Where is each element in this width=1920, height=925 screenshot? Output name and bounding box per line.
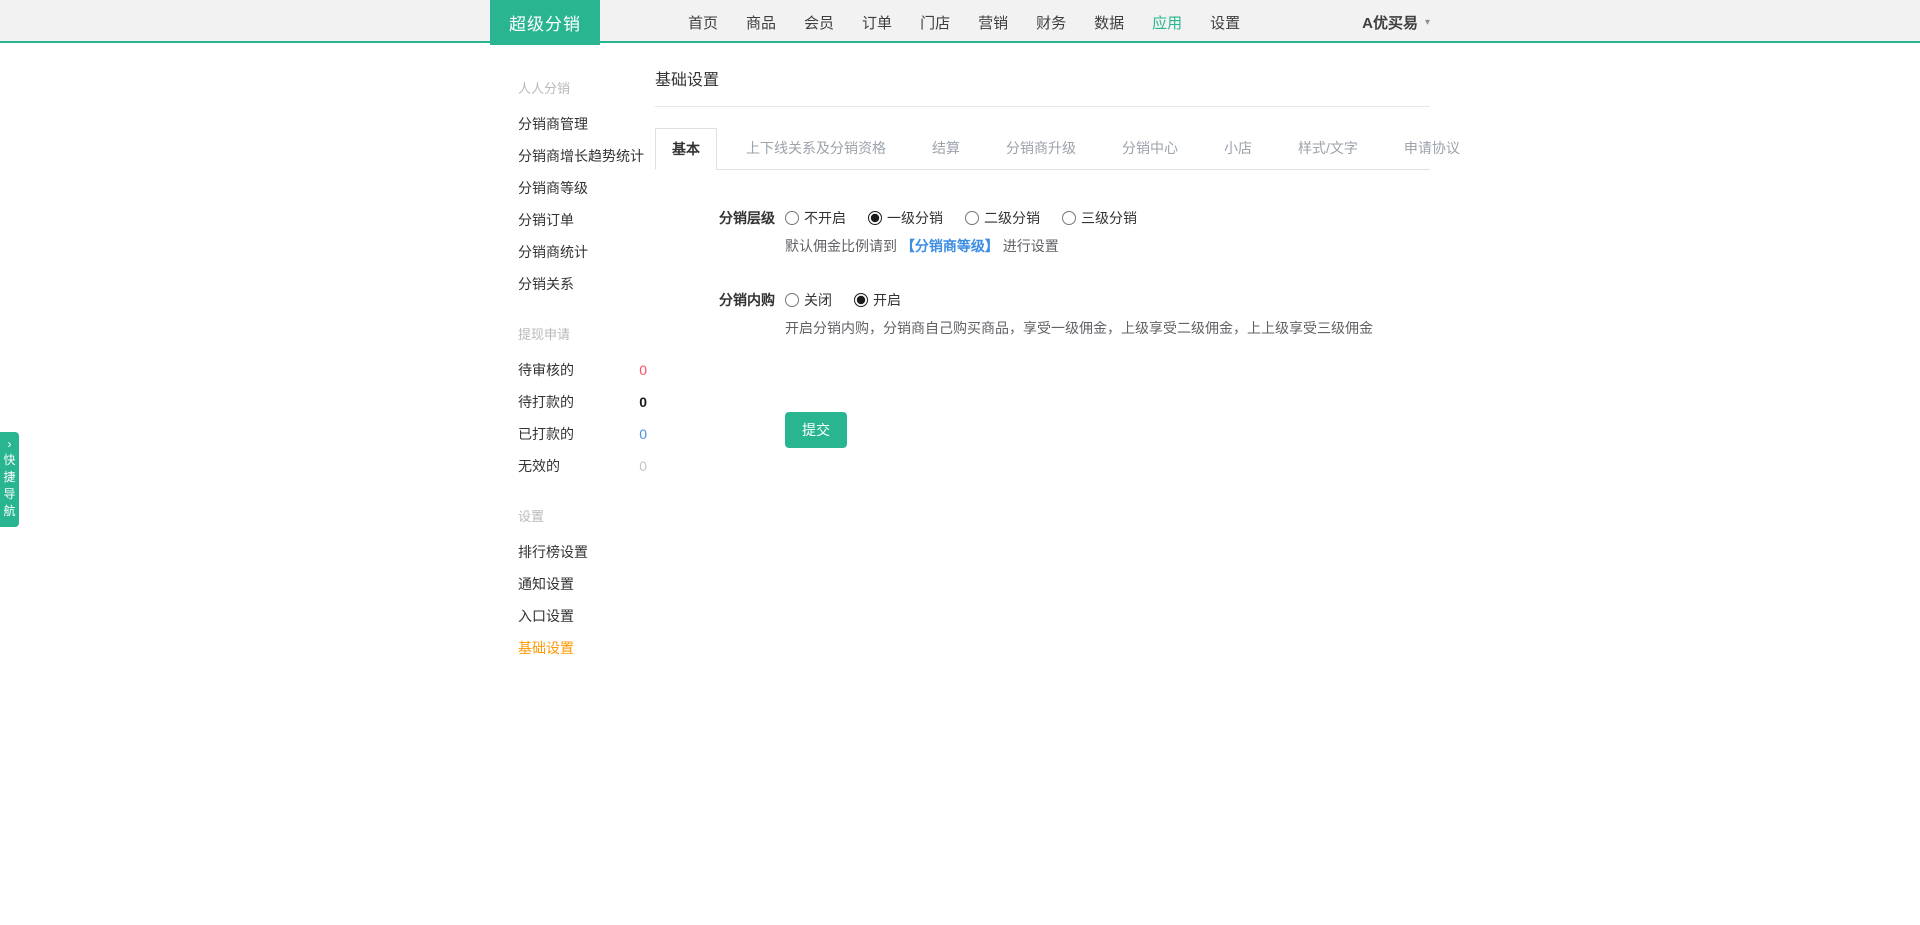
tab-style-text[interactable]: 样式/文字 [1281,127,1375,169]
sidebar-item-distributor-management[interactable]: 分销商管理 [518,108,655,140]
form-row-internal-purchase: 分销内购 关闭 开启 开启分销内购，分销商自己购买商品，享受一级佣金，上级享受二… [655,290,1430,338]
nav-item-apps[interactable]: 应用 [1152,12,1182,33]
nav-item-finance[interactable]: 财务 [1036,12,1066,33]
sidebar: 人人分销 分销商管理 分销商增长趋势统计 分销商等级 分销订单 分销商统计 分销… [490,60,655,684]
quick-nav-char: 快 [0,452,19,469]
radio-input[interactable] [1062,211,1076,225]
top-navigation: 首页 商品 会员 订单 门店 营销 财务 数据 应用 设置 [688,0,1240,45]
field-label: 分销层级 [655,208,785,256]
sidebar-section-header: 人人分销 [518,74,655,104]
pending-review-count: 0 [639,354,647,386]
topbar-inner: 超级分销 首页 商品 会员 订单 门店 营销 财务 数据 应用 设置 A优买易 … [490,0,1430,45]
chevron-down-icon: ▾ [1425,17,1430,28]
topbar: 超级分销 首页 商品 会员 订单 门店 营销 财务 数据 应用 设置 A优买易 … [0,0,1920,43]
quick-nav-char: 捷 [0,469,19,486]
nav-item-marketing[interactable]: 营销 [978,12,1008,33]
radio-option-off[interactable]: 不开启 [785,208,846,228]
tab-distributor-upgrade[interactable]: 分销商升级 [989,127,1093,169]
nav-item-stores[interactable]: 门店 [920,12,950,33]
pending-payment-count: 0 [639,386,647,418]
main-panel: 基础设置 基本 上下线关系及分销资格 结算 分销商升级 分销中心 小店 样式/文… [655,60,1430,448]
sidebar-section-header: 设置 [518,502,655,532]
tab-settlement[interactable]: 结算 [915,127,977,169]
nav-item-settings[interactable]: 设置 [1210,12,1240,33]
basic-settings-form: 分销层级 不开启 一级分销 二级分销 [655,208,1430,448]
sidebar-item-notification-settings[interactable]: 通知设置 [518,568,655,600]
sidebar-item-ranking-settings[interactable]: 排行榜设置 [518,536,655,568]
distribution-level-help: 默认佣金比例请到 【分销商等级】 进行设置 [785,236,1430,256]
user-name: A优买易 [1362,12,1418,33]
sidebar-item-distributor-level[interactable]: 分销商等级 [518,172,655,204]
user-menu[interactable]: A优买易 ▾ [1362,0,1430,45]
nav-item-members[interactable]: 会员 [804,12,834,33]
field-label: 分销内购 [655,290,785,338]
sidebar-item-distributor-stats[interactable]: 分销商统计 [518,236,655,268]
radio-option-level3[interactable]: 三级分销 [1062,208,1137,228]
sidebar-section-withdrawals: 提现申请 待审核的 0 待打款的 0 已打款的 0 无效的 0 [518,320,655,482]
sidebar-section-header: 提现申请 [518,320,655,350]
invalid-count: 0 [639,450,647,482]
nav-item-home[interactable]: 首页 [688,12,718,33]
distribution-level-radio-group: 不开启 一级分销 二级分销 三级分销 [785,208,1430,228]
sidebar-item-growth-trend-stats[interactable]: 分销商增长趋势统计 [518,140,655,172]
sidebar-section-settings: 设置 排行榜设置 通知设置 入口设置 基础设置 [518,502,655,664]
radio-input[interactable] [785,293,799,307]
sidebar-item-pending-payment[interactable]: 待打款的 0 [518,386,655,418]
quick-nav-toggle[interactable]: › 快 捷 导 航 [0,432,19,527]
form-row-distribution-level: 分销层级 不开启 一级分销 二级分销 [655,208,1430,256]
radio-option-open[interactable]: 开启 [854,290,901,310]
sidebar-item-entry-settings[interactable]: 入口设置 [518,600,655,632]
nav-item-goods[interactable]: 商品 [746,12,776,33]
chevron-right-icon: › [0,437,19,452]
content-container: 人人分销 分销商管理 分销商增长趋势统计 分销商等级 分销订单 分销商统计 分销… [490,43,1430,684]
sidebar-section-distribution: 人人分销 分销商管理 分销商增长趋势统计 分销商等级 分销订单 分销商统计 分销… [518,74,655,300]
radio-input[interactable] [868,211,882,225]
quick-nav-char: 航 [0,503,19,520]
quick-nav-char: 导 [0,486,19,503]
tab-bar: 基本 上下线关系及分销资格 结算 分销商升级 分销中心 小店 样式/文字 申请协… [655,127,1430,170]
tab-small-shop[interactable]: 小店 [1207,127,1269,169]
internal-purchase-radio-group: 关闭 开启 [785,290,1430,310]
sidebar-item-paid[interactable]: 已打款的 0 [518,418,655,450]
submit-button[interactable]: 提交 [785,412,847,448]
tab-application-agreement[interactable]: 申请协议 [1387,127,1477,169]
internal-purchase-help: 开启分销内购，分销商自己购买商品，享受一级佣金，上级享受二级佣金，上上级享受三级… [785,318,1430,338]
tab-distribution-center[interactable]: 分销中心 [1105,127,1195,169]
sidebar-item-basic-settings[interactable]: 基础设置 [518,632,655,664]
app-logo[interactable]: 超级分销 [490,0,600,45]
radio-input[interactable] [785,211,799,225]
radio-input[interactable] [965,211,979,225]
radio-input[interactable] [854,293,868,307]
sidebar-item-invalid[interactable]: 无效的 0 [518,450,655,482]
tab-relations-qualification[interactable]: 上下线关系及分销资格 [729,127,903,169]
radio-option-closed[interactable]: 关闭 [785,290,832,310]
nav-item-orders[interactable]: 订单 [862,12,892,33]
paid-count: 0 [639,418,647,450]
page-title: 基础设置 [655,60,1430,107]
distributor-level-link[interactable]: 【分销商等级】 [901,238,999,254]
sidebar-item-distribution-relations[interactable]: 分销关系 [518,268,655,300]
tab-basic[interactable]: 基本 [655,128,717,170]
sidebar-item-distribution-orders[interactable]: 分销订单 [518,204,655,236]
radio-option-level2[interactable]: 二级分销 [965,208,1040,228]
sidebar-item-pending-review[interactable]: 待审核的 0 [518,354,655,386]
radio-option-level1[interactable]: 一级分销 [868,208,943,228]
nav-item-data[interactable]: 数据 [1094,12,1124,33]
